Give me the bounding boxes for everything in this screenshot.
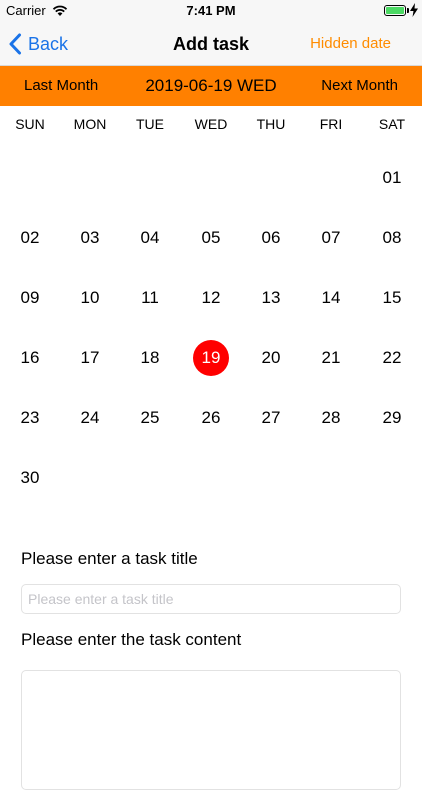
calendar-day[interactable]: 26 <box>193 400 229 436</box>
weekday-label: THU <box>256 116 286 132</box>
month-navigation-bar: Last Month 2019-06-19 WED Next Month <box>0 66 422 106</box>
calendar-day[interactable]: 16 <box>12 340 48 376</box>
battery-icon <box>384 5 406 16</box>
calendar-day[interactable]: 07 <box>313 220 349 256</box>
calendar-day[interactable]: 24 <box>72 400 108 436</box>
calendar-day[interactable]: 28 <box>313 400 349 436</box>
calendar-day-selected[interactable]: 19 <box>193 340 229 376</box>
calendar-day[interactable]: 06 <box>253 220 289 256</box>
task-content-label: Please enter the task content <box>21 630 242 649</box>
calendar-day[interactable]: 04 <box>132 220 168 256</box>
weekday-header: SUN MON TUE WED THU FRI SAT <box>0 116 422 138</box>
calendar-day[interactable]: 01 <box>374 160 410 196</box>
task-content-textarea[interactable] <box>21 670 401 790</box>
calendar-day[interactable]: 29 <box>374 400 410 436</box>
calendar-day[interactable]: 11 <box>132 280 168 316</box>
status-time: 7:41 PM <box>186 3 236 18</box>
calendar-day[interactable]: 20 <box>253 340 289 376</box>
status-bar: Carrier 7:41 PM <box>0 0 422 22</box>
task-title-label: Please enter a task title <box>21 549 198 568</box>
calendar-day[interactable]: 22 <box>374 340 410 376</box>
calendar-day[interactable]: 18 <box>132 340 168 376</box>
calendar-day[interactable]: 17 <box>72 340 108 376</box>
last-month-button[interactable]: Last Month <box>24 66 98 106</box>
calendar-day[interactable]: 05 <box>193 220 229 256</box>
weekday-label: SAT <box>378 116 406 132</box>
calendar-day[interactable]: 10 <box>72 280 108 316</box>
calendar-day[interactable]: 30 <box>12 460 48 496</box>
calendar-day[interactable]: 14 <box>313 280 349 316</box>
weekday-label: MON <box>73 116 107 132</box>
calendar-day[interactable]: 15 <box>374 280 410 316</box>
calendar-day[interactable]: 21 <box>313 340 349 376</box>
calendar-day[interactable]: 08 <box>374 220 410 256</box>
calendar-day[interactable]: 09 <box>12 280 48 316</box>
calendar-day[interactable]: 03 <box>72 220 108 256</box>
calendar-day[interactable]: 13 <box>253 280 289 316</box>
navigation-bar: Back Add task Hidden date <box>0 22 422 66</box>
calendar-day[interactable]: 23 <box>12 400 48 436</box>
weekday-label: WED <box>194 116 228 132</box>
next-month-button[interactable]: Next Month <box>321 66 398 106</box>
weekday-label: FRI <box>319 116 343 132</box>
weekday-label: SUN <box>15 116 45 132</box>
weekday-label: TUE <box>136 116 164 132</box>
battery-cap <box>407 8 409 13</box>
calendar-day[interactable]: 27 <box>253 400 289 436</box>
task-title-input[interactable] <box>21 584 401 614</box>
calendar-day-grid: 01 02 03 04 05 06 07 08 09 10 11 12 13 14 15 16 17 18 19 20… <box>0 148 422 508</box>
battery-fill <box>386 7 404 14</box>
hidden-date-button[interactable]: Hidden date <box>310 22 391 66</box>
calendar-day[interactable]: 02 <box>12 220 48 256</box>
calendar-day[interactable]: 25 <box>132 400 168 436</box>
calendar-day[interactable]: 12 <box>193 280 229 316</box>
charging-bolt-icon <box>410 3 418 17</box>
